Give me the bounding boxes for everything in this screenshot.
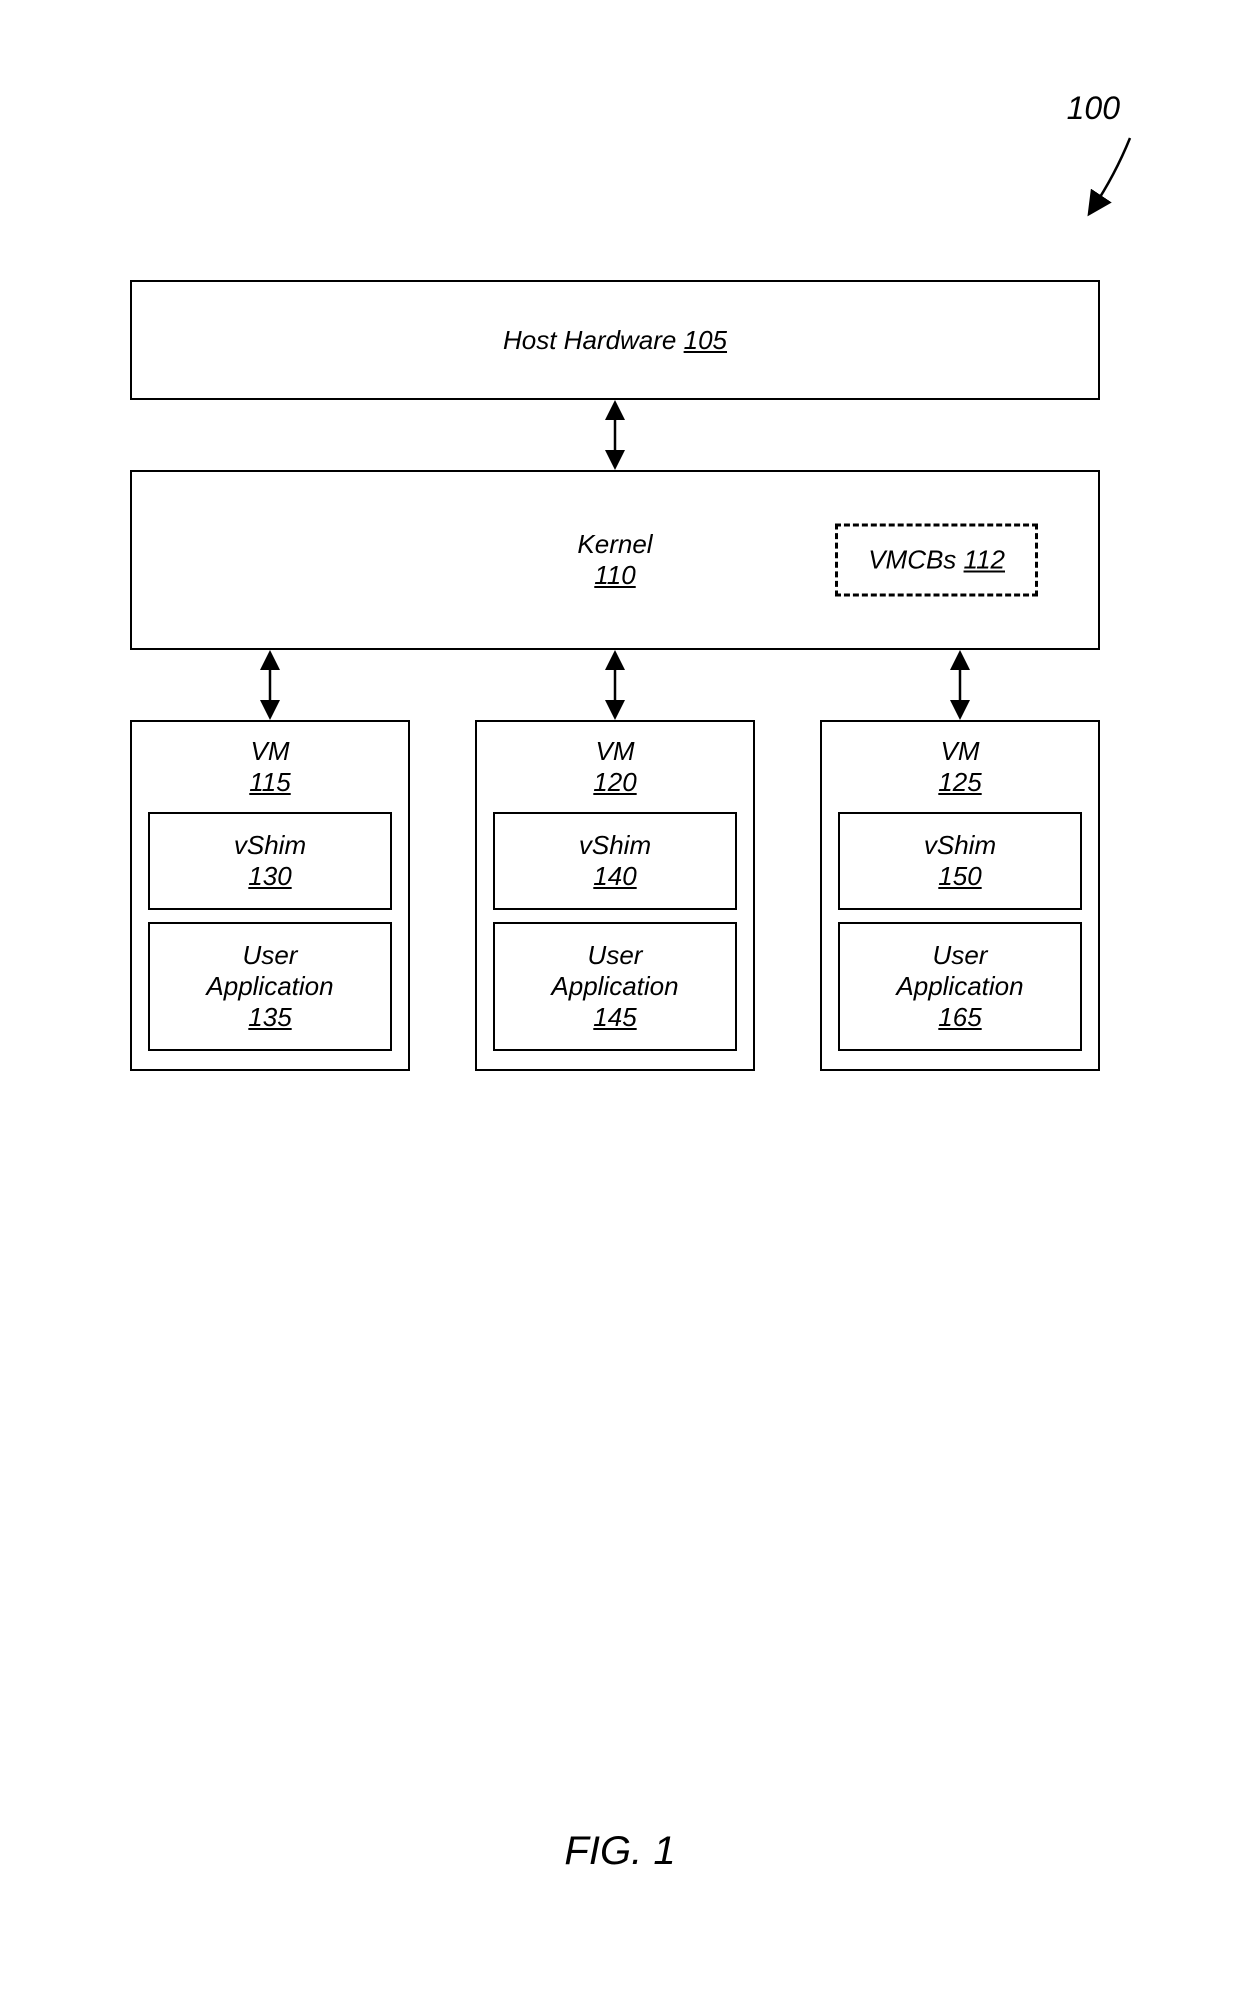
figure-ref-arrow	[1075, 130, 1145, 220]
vm-box-2: VM 120 vShim 140 UserApplication 145	[475, 720, 755, 1071]
user-app-box-2: UserApplication 145	[493, 922, 737, 1051]
figure-ref-number: 100	[1067, 90, 1120, 127]
kernel-label: Kernel 110	[577, 529, 652, 591]
vm-box-1: VM 115 vShim 130 User Application 135	[130, 720, 410, 1071]
diagram-container: Host Hardware 105 Kernel 110 VMCBs 112	[130, 280, 1100, 1071]
host-hardware-box: Host Hardware 105	[130, 280, 1100, 400]
user-app-label-2: UserApplication	[503, 940, 727, 1002]
vshim-box-1: vShim 130	[148, 812, 392, 910]
user-app-box-3: UserApplication 165	[838, 922, 1082, 1051]
vm-row: VM 115 vShim 130 User Application 135 VM…	[130, 720, 1100, 1071]
arrow-kernel-vm3	[820, 650, 1100, 720]
arrow-host-kernel	[130, 400, 1100, 470]
vm-title-1: VM 115	[148, 736, 392, 798]
vm-title-2: VM 120	[493, 736, 737, 798]
vshim-box-3: vShim 150	[838, 812, 1082, 910]
vm-title-3: VM 125	[838, 736, 1082, 798]
arrow-kernel-vm1	[130, 650, 410, 720]
figure-caption: FIG. 1	[564, 1829, 675, 1874]
vshim-box-2: vShim 140	[493, 812, 737, 910]
kernel-box: Kernel 110 VMCBs 112	[130, 470, 1100, 650]
vmcbs-box: VMCBs 112	[835, 524, 1038, 597]
user-app-label-3: UserApplication	[848, 940, 1072, 1002]
arrow-kernel-vm2	[475, 650, 755, 720]
user-app-box-1: User Application 135	[148, 922, 392, 1051]
arrow-kernel-vms-row	[130, 650, 1100, 720]
user-app-label-1: User Application	[158, 940, 382, 1002]
vm-box-3: VM 125 vShim 150 UserApplication 165	[820, 720, 1100, 1071]
host-hardware-label: Host Hardware 105	[503, 325, 727, 356]
